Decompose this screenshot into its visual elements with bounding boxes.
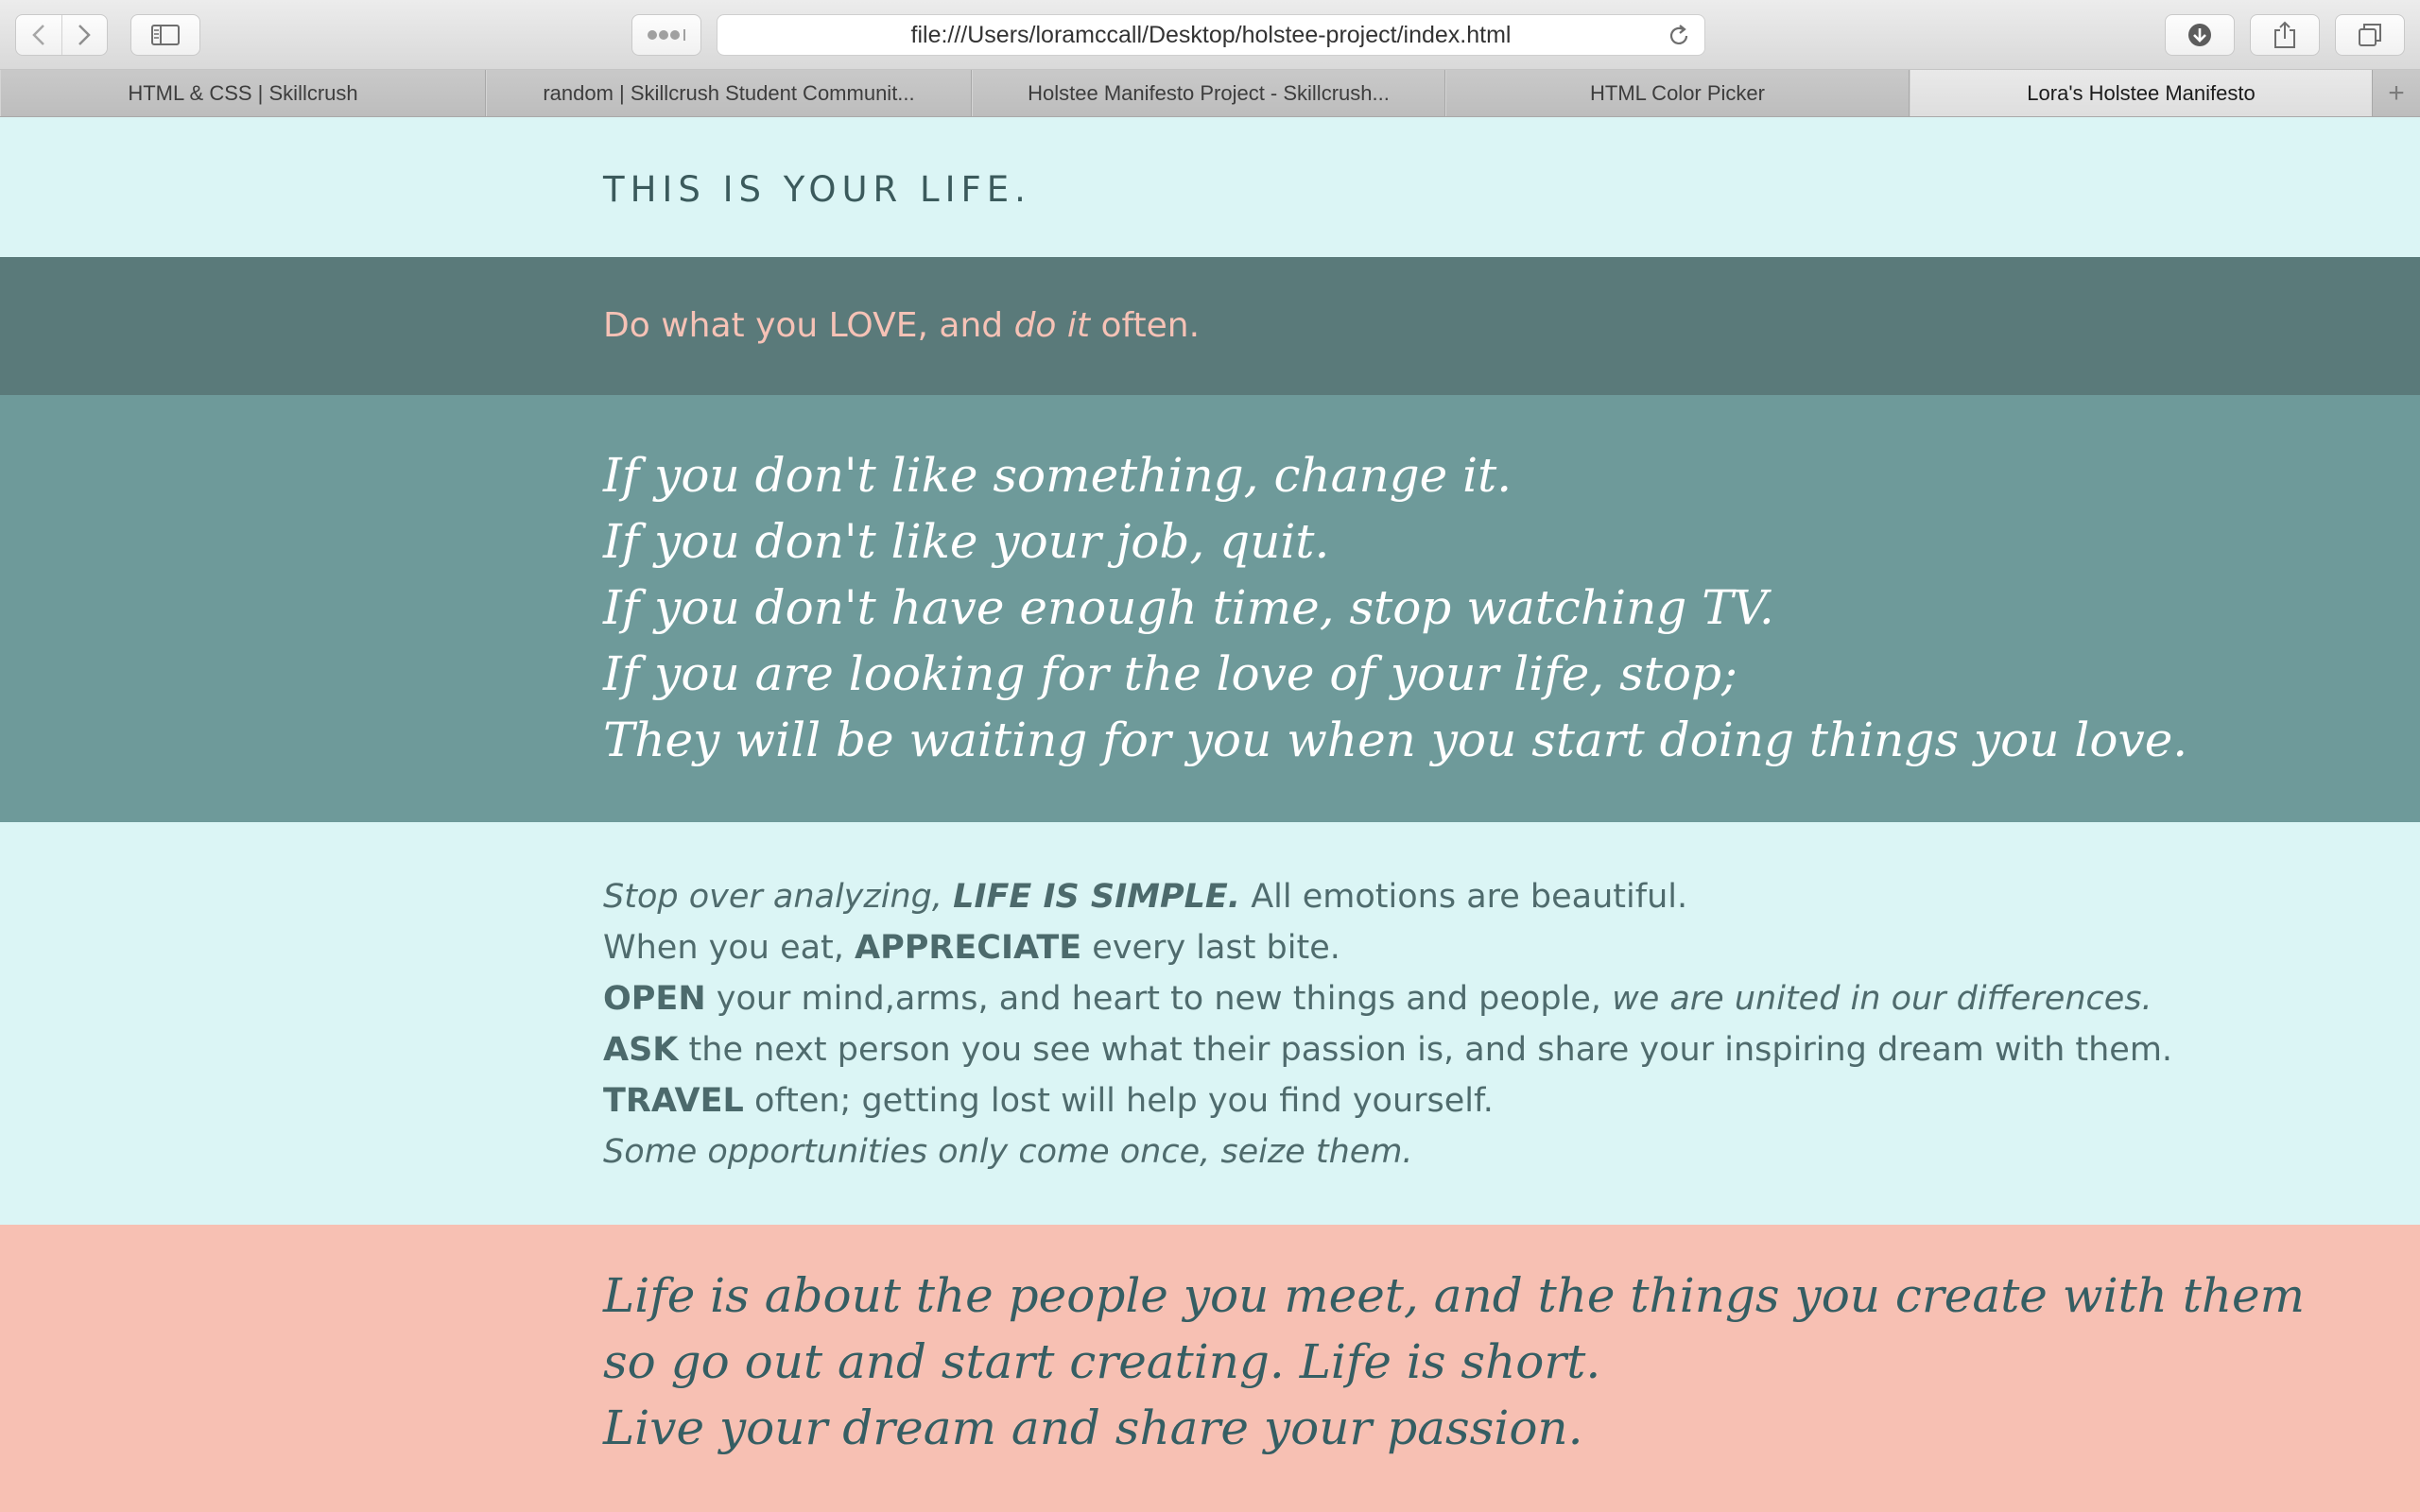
body-italic: we are united in our differences. [1612, 980, 2152, 1018]
script-line: If you don't like your job, quit. [603, 514, 1330, 569]
body-text: every last bite. [1081, 929, 1340, 967]
body-bold: OPEN [603, 980, 706, 1018]
share-button[interactable] [2250, 14, 2320, 56]
body-bold: TRAVEL [603, 1082, 744, 1120]
body-text: your mind,arms, and heart to new things … [705, 980, 1613, 1018]
closing-block: Life is about the people you meet, and t… [603, 1263, 2363, 1461]
web-page: THIS IS YOUR LIFE. Do what you LOVE, and… [0, 118, 2420, 1512]
love-section: Do what you LOVE, and do it often. [0, 257, 2420, 395]
script-line: If you don't like something, change it. [603, 448, 1512, 503]
body-row: Stop over analyzing, LIFE IS SIMPLE. All… [603, 871, 2363, 922]
tab-overview-button[interactable] [2335, 14, 2405, 56]
tab-html-css[interactable]: HTML & CSS | Skillcrush [0, 70, 486, 116]
heading-section: THIS IS YOUR LIFE. [0, 118, 2420, 257]
script-line: If you don't have enough time, stop watc… [603, 580, 1774, 635]
new-tab-button[interactable]: + [2373, 70, 2420, 116]
address-bar[interactable]: file:///Users/loramccall/Desktop/holstee… [717, 14, 1705, 56]
closing-line: Life is about the people you meet, and t… [603, 1268, 2306, 1323]
share-icon [2274, 21, 2295, 48]
sidebar-button[interactable] [130, 14, 200, 56]
reader-button[interactable] [631, 14, 701, 56]
tab-label: Holstee Manifesto Project - Skillcrush..… [1028, 80, 1390, 105]
body-bold: APPRECIATE [855, 929, 1082, 967]
tab-label: Lora's Holstee Manifesto [2027, 80, 2256, 105]
body-row: ASK the next person you see what their p… [603, 1024, 2363, 1075]
body-text: When you eat, [603, 929, 856, 967]
script-block: If you don't like something, change it. … [603, 442, 2363, 773]
download-icon [2188, 24, 2211, 46]
page-heading: THIS IS YOUR LIFE. [603, 169, 1031, 210]
body-row: Some opportunities only come once, seize… [603, 1126, 2363, 1177]
back-button[interactable] [16, 15, 61, 55]
tab-bar: HTML & CSS | Skillcrush random | Skillcr… [0, 70, 2420, 117]
body-text: All emotions are beautiful. [1240, 878, 1688, 916]
body-italic: Stop over analyzing, [603, 878, 954, 916]
nav-buttons [15, 14, 108, 56]
reload-icon [1669, 25, 1688, 44]
body-italic: Some opportunities only come once, seize… [603, 1133, 1413, 1171]
tab-loras-manifesto[interactable]: Lora's Holstee Manifesto [1910, 70, 2373, 116]
script-line: They will be waiting for you when you st… [603, 713, 2188, 767]
script-line: If you are looking for the love of your … [603, 646, 1737, 701]
body-row: When you eat, APPRECIATE every last bite… [603, 922, 2363, 973]
love-text-end: often. [1090, 306, 1201, 345]
body-bold: ASK [603, 1031, 679, 1069]
love-line: Do what you LOVE, and do it often. [603, 306, 2363, 345]
body-bold: LIFE IS SIMPLE. [953, 878, 1241, 916]
url-text: file:///Users/loramccall/Desktop/holstee… [910, 21, 1512, 48]
plus-icon: + [2388, 77, 2405, 109]
love-text: Do what you LOVE, and [603, 306, 1014, 345]
browser-toolbar: file:///Users/loramccall/Desktop/holstee… [0, 0, 2420, 70]
body-section: Stop over analyzing, LIFE IS SIMPLE. All… [0, 822, 2420, 1225]
body-text: the next person you see what their passi… [678, 1031, 2173, 1069]
body-text: often; getting lost will help you find y… [743, 1082, 1494, 1120]
tab-color-picker[interactable]: HTML Color Picker [1445, 70, 1910, 116]
tab-label: HTML & CSS | Skillcrush [128, 80, 358, 105]
tab-random-community[interactable]: random | Skillcrush Student Communit... [486, 70, 972, 116]
reader-icon [648, 29, 685, 41]
body-row: TRAVEL often; getting lost will help you… [603, 1075, 2363, 1126]
closing-line: so go out and start creating. Life is sh… [603, 1334, 1601, 1389]
tab-label: random | Skillcrush Student Communit... [543, 80, 915, 105]
forward-button[interactable] [60, 15, 107, 55]
reload-button[interactable] [1667, 24, 1691, 55]
downloads-button[interactable] [2165, 14, 2235, 56]
closing-section: Life is about the people you meet, and t… [0, 1225, 2420, 1512]
body-block: Stop over analyzing, LIFE IS SIMPLE. All… [603, 871, 2363, 1177]
tab-holstee-project[interactable]: Holstee Manifesto Project - Skillcrush..… [972, 70, 1445, 116]
forward-icon [78, 25, 92, 45]
tabs-overview-icon [2359, 24, 2381, 46]
back-icon [32, 25, 44, 45]
script-section: If you don't like something, change it. … [0, 395, 2420, 822]
tab-label: HTML Color Picker [1590, 80, 1765, 105]
love-emphasis: do it [1013, 306, 1091, 345]
closing-line: Live your dream and share your passion. [603, 1400, 1583, 1455]
body-row: OPEN your mind,arms, and heart to new th… [603, 973, 2363, 1024]
sidebar-icon [151, 25, 180, 45]
